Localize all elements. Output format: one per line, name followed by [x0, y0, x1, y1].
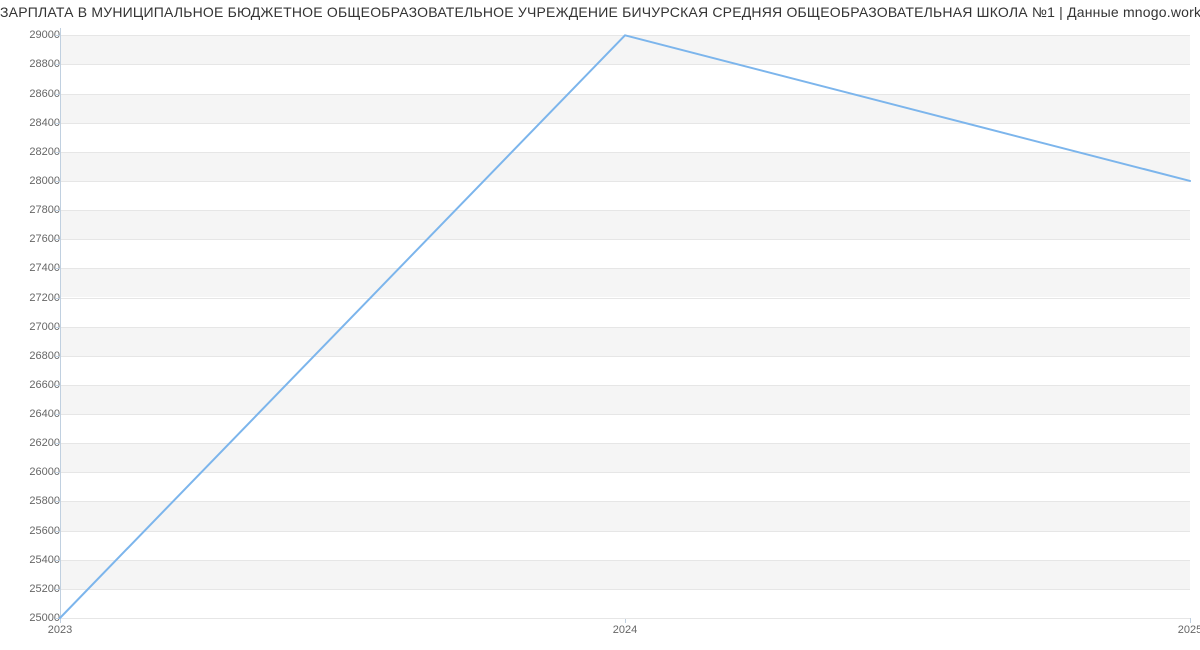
plot-area: [60, 28, 1190, 618]
chart-container: ЗАРПЛАТА В МУНИЦИПАЛЬНОЕ БЮДЖЕТНОЕ ОБЩЕО…: [0, 0, 1200, 650]
chart-title: ЗАРПЛАТА В МУНИЦИПАЛЬНОЕ БЮДЖЕТНОЕ ОБЩЕО…: [0, 4, 1200, 20]
x-tick-label: 2024: [613, 624, 637, 636]
x-tick-label: 2025: [1178, 624, 1200, 636]
line-layer: [60, 28, 1190, 618]
series-line-salary: [60, 35, 1190, 618]
gridline: [60, 618, 1190, 619]
x-tick-label: 2023: [48, 624, 72, 636]
x-tick-mark: [1190, 618, 1191, 623]
